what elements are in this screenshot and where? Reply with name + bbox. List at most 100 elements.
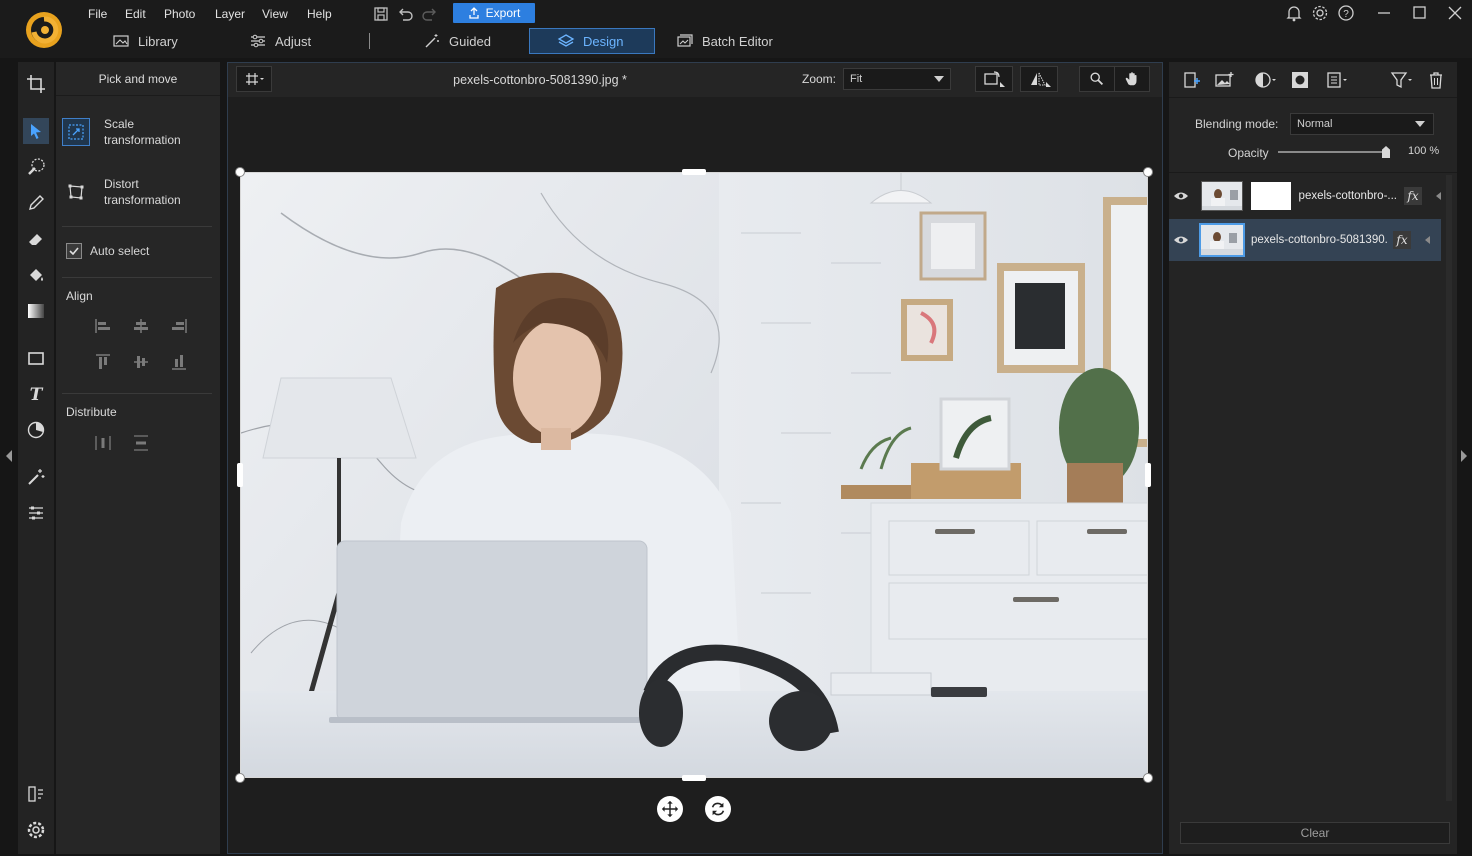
transform-handle-right[interactable] (1145, 463, 1151, 487)
add-image-layer-icon[interactable] (1212, 70, 1236, 90)
transfer-tool-icon[interactable] (18, 780, 54, 808)
menu-layer[interactable]: Layer (215, 5, 245, 23)
menu-help[interactable]: Help (307, 5, 332, 23)
close-icon[interactable] (1445, 4, 1465, 22)
tab-adjust[interactable]: Adjust (249, 28, 311, 54)
gradient-tool-icon[interactable] (18, 297, 54, 325)
transform-handle-bottom-right[interactable] (1143, 773, 1153, 783)
transform-handle-top-left[interactable] (235, 167, 245, 177)
pencil-tool-icon[interactable] (18, 189, 54, 217)
redo-icon[interactable] (421, 5, 439, 23)
pan-tool-button[interactable] (1114, 66, 1150, 92)
transform-handle-top-right[interactable] (1143, 167, 1153, 177)
layer-effects-fx-icon[interactable]: fx (1404, 187, 1422, 205)
distort-transformation-option[interactable]: Distort transformation (62, 176, 212, 208)
notification-bell-icon[interactable] (1284, 4, 1304, 22)
zoom-tool-button[interactable] (1079, 66, 1115, 92)
grid-toggle-button[interactable] (236, 66, 272, 92)
tab-library[interactable]: Library (112, 28, 178, 54)
tab-design[interactable]: Design (557, 28, 623, 54)
blending-mode-value: Normal (1297, 118, 1333, 130)
layers-divider (1169, 172, 1457, 173)
tab-adjust-label: Adjust (275, 33, 312, 49)
scale-transformation-option[interactable]: Scale transformation (62, 116, 212, 148)
layer-properties-icon[interactable] (1324, 70, 1352, 90)
delete-layer-trash-icon[interactable] (1424, 70, 1448, 90)
minimize-icon[interactable] (1374, 4, 1394, 22)
export-label: Export (485, 6, 521, 20)
transform-handle-bottom-left[interactable] (235, 773, 245, 783)
scale-transform-icon (62, 118, 90, 146)
layer-expand-arrow-icon[interactable] (1436, 192, 1441, 200)
settings-gear-tool-icon[interactable] (18, 816, 54, 844)
opacity-value: 100 % (1408, 145, 1440, 157)
rotate-button[interactable] (975, 66, 1013, 92)
zoom-select[interactable]: Fit (843, 68, 951, 90)
crop-tool-icon[interactable] (18, 70, 54, 98)
transform-handle-bottom[interactable] (682, 775, 706, 781)
select-arrow-tool-icon[interactable] (18, 117, 54, 145)
align-top-icon[interactable] (94, 353, 112, 371)
help-icon[interactable]: ? (1336, 4, 1356, 22)
distribute-vertical-icon[interactable] (132, 434, 150, 452)
zoom-label: Zoom: (802, 72, 837, 86)
save-icon[interactable] (372, 5, 390, 23)
layer-row[interactable]: pexels-cottonbro-... fx (1169, 175, 1441, 217)
magic-effects-tool-icon[interactable] (18, 463, 54, 491)
layer-expand-arrow-icon[interactable] (1425, 236, 1430, 244)
batch-editor-icon (677, 34, 693, 47)
adjustment-tool-icon[interactable] (18, 416, 54, 444)
photo-canvas-image[interactable] (240, 172, 1148, 778)
menu-file[interactable]: File (88, 5, 107, 23)
rectangle-shape-tool-icon[interactable] (18, 344, 54, 372)
visibility-eye-icon[interactable] (1169, 175, 1193, 217)
add-layer-icon[interactable] (1180, 70, 1204, 90)
move-arrows-icon[interactable] (657, 796, 683, 822)
zoom-value: Fit (850, 73, 863, 85)
auto-select-checkbox[interactable]: Auto select (66, 243, 149, 259)
transform-handle-left[interactable] (237, 463, 243, 487)
settings-gear-icon[interactable] (1310, 4, 1330, 22)
distribute-horizontal-icon[interactable] (94, 434, 112, 452)
options-header: Pick and move (56, 62, 220, 96)
svg-text:T: T (30, 385, 44, 404)
properties-list-tool-icon[interactable] (18, 499, 54, 527)
adjust-sliders-icon (251, 34, 265, 48)
layer-mask-icon[interactable] (1288, 70, 1312, 90)
blending-mode-label: Blending mode: (1195, 117, 1279, 131)
tab-guided[interactable]: Guided (423, 28, 491, 54)
align-right-icon[interactable] (170, 317, 188, 335)
tab-batch-editor[interactable]: Batch Editor (676, 28, 773, 54)
layer-filter-icon[interactable] (1388, 70, 1416, 90)
flip-button[interactable] (1020, 66, 1058, 92)
paint-bucket-tool-icon[interactable] (18, 261, 54, 289)
layer-row-selected[interactable]: pexels-cottonbro-5081390.j... fx (1169, 219, 1441, 261)
chevron-down-icon (934, 76, 944, 82)
distort-transformation-label: Distort transformation (104, 177, 181, 207)
layer-thumbnail (1200, 181, 1243, 211)
opacity-slider-track[interactable] (1278, 151, 1388, 153)
brush-selection-tool-icon[interactable] (18, 153, 54, 181)
layer-effects-fx-icon[interactable]: fx (1393, 231, 1411, 249)
layers-scrollbar[interactable] (1446, 175, 1452, 801)
blending-mode-select[interactable]: Normal (1290, 113, 1434, 135)
transform-handle-top[interactable] (682, 169, 706, 175)
collapse-left-arrow-icon[interactable] (4, 448, 14, 464)
menu-view[interactable]: View (262, 5, 288, 23)
export-button[interactable]: Export (453, 3, 535, 23)
align-center-horizontal-icon[interactable] (132, 317, 150, 335)
text-tool-icon[interactable]: T (18, 380, 54, 408)
rotate-reset-icon[interactable] (705, 796, 731, 822)
menu-photo[interactable]: Photo (164, 5, 195, 23)
maximize-icon[interactable] (1409, 4, 1429, 22)
align-left-icon[interactable] (94, 317, 112, 335)
clear-button[interactable]: Clear (1180, 822, 1450, 844)
eraser-tool-icon[interactable] (18, 225, 54, 253)
align-middle-vertical-icon[interactable] (132, 353, 150, 371)
undo-icon[interactable] (396, 5, 414, 23)
menu-edit[interactable]: Edit (125, 5, 146, 23)
align-bottom-icon[interactable] (170, 353, 188, 371)
adjustment-layer-icon[interactable] (1252, 70, 1280, 90)
collapse-right-arrow-icon[interactable] (1459, 448, 1469, 464)
visibility-eye-icon[interactable] (1169, 219, 1193, 261)
